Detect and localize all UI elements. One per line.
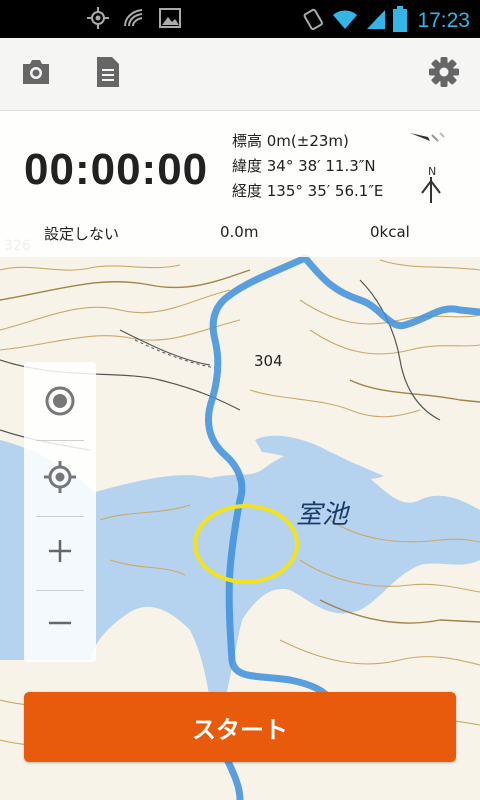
gear-icon [428,56,460,92]
zoom-out-icon [47,610,73,640]
elapsed-timer: 00:00:00 [24,145,209,194]
divider [36,440,84,441]
document-button[interactable] [90,56,126,92]
longitude-readout: 経度 135° 35′ 56.1″E [232,182,384,200]
coordinates: 標高 0m(±23m) 緯度 34° 38′ 11.3″N 経度 135° 35… [232,129,383,204]
my-location-button[interactable] [24,366,96,440]
settings-button[interactable] [426,56,462,92]
cell-signal-icon [365,7,387,35]
latitude-readout: 緯度 34° 38′ 11.3″N [232,157,376,175]
compass: N [406,127,454,223]
gps-icon [86,6,110,34]
toolbar [0,38,480,111]
map-controls [24,362,96,662]
elevation-label: 304 [254,352,283,370]
altitude-readout: 標高 0m(±23m) [232,132,349,150]
wifi-icon [331,7,359,35]
vibrate-icon [301,7,325,35]
gps-target-icon [43,460,77,498]
calories-value: 0kcal [370,223,410,241]
zoom-in-icon [47,538,73,568]
status-bar: 17:23 [0,0,480,38]
tracking-info-panel: 00:00:00 標高 0m(±23m) 緯度 34° 38′ 11.3″N 経… [0,111,480,257]
image-icon [158,6,182,34]
zoom-in-button[interactable] [24,516,96,590]
north-arrow-icon [420,177,442,207]
pond-name-label: 室池 [296,500,349,530]
stats-row: 設定しない 0.0m 0kcal [0,221,480,247]
battery-icon [393,6,408,36]
goal-setting[interactable]: 設定しない [44,223,119,244]
start-button[interactable]: スタート [24,692,456,762]
zoom-out-button[interactable] [24,588,96,662]
my-location-icon [44,385,76,421]
clock-time: 17:23 [417,9,470,32]
wifi-signal-icon [122,6,146,34]
document-icon [95,56,121,92]
camera-icon [20,58,52,90]
gps-target-button[interactable] [24,442,96,516]
camera-button[interactable] [18,56,54,92]
distance-value: 0.0m [220,223,259,241]
